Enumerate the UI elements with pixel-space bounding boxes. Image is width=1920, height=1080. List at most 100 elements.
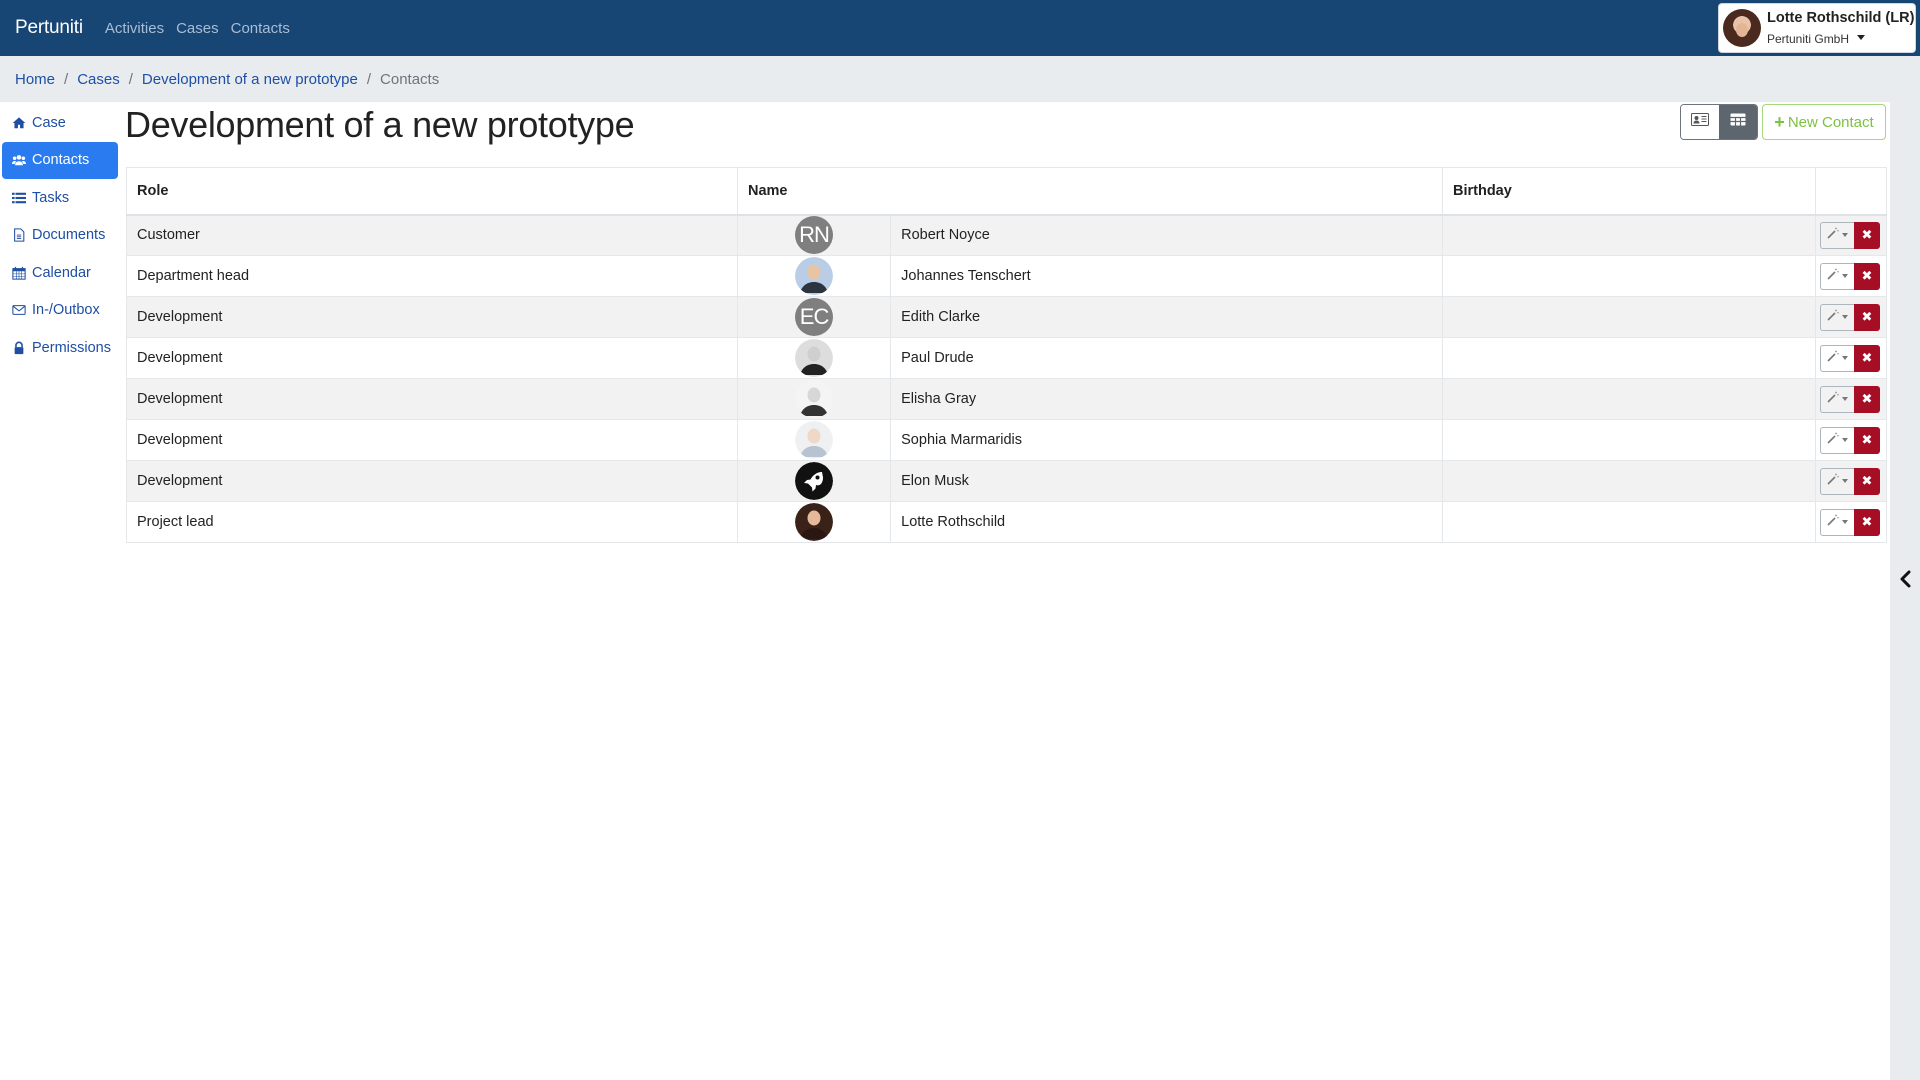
- user-organization: Pertuniti GmbH: [1767, 31, 1850, 46]
- column-header-birthday[interactable]: Birthday: [1442, 167, 1816, 216]
- caret-down-icon: [1842, 356, 1848, 360]
- case-sidebar: Case Contacts Tasks Documents Calendar I…: [2, 104, 118, 367]
- edit-dropdown-button[interactable]: [1820, 385, 1854, 413]
- caret-down-icon: [1842, 397, 1848, 401]
- contact-name[interactable]: Johannes Tenschert: [890, 255, 1443, 297]
- sidebar-item-case[interactable]: Case: [2, 104, 118, 141]
- table-row[interactable]: Development Paul Drude ✖: [126, 337, 1887, 379]
- contact-name[interactable]: Elon Musk: [890, 460, 1443, 502]
- sidebar-item-tasks[interactable]: Tasks: [2, 179, 118, 216]
- expand-panel-chevron-left-icon[interactable]: [1898, 568, 1914, 590]
- sidebar-item-label: Contacts: [32, 152, 90, 169]
- delete-button[interactable]: ✖: [1854, 426, 1880, 454]
- breadcrumb-cases[interactable]: Cases: [77, 71, 120, 88]
- row-actions: ✖: [1815, 296, 1887, 338]
- delete-button[interactable]: ✖: [1854, 303, 1880, 331]
- envelope-icon: [12, 303, 26, 317]
- table-row[interactable]: Development Elisha Gray ✖: [126, 378, 1887, 420]
- sidebar-item-inbox[interactable]: In-/Outbox: [2, 292, 118, 329]
- breadcrumb-case[interactable]: Development of a new prototype: [142, 71, 358, 88]
- table-row[interactable]: Development Elon Musk ✖: [126, 460, 1887, 502]
- user-name: Lotte Rothschild (LR): [1767, 9, 1915, 26]
- role-cell: Customer: [126, 214, 738, 256]
- new-contact-label: New Contact: [1787, 113, 1874, 131]
- table-row[interactable]: Customer RN Robert Noyce ✖: [126, 214, 1887, 256]
- breadcrumb-separator: /: [64, 70, 69, 88]
- sidebar-item-calendar[interactable]: Calendar: [2, 254, 118, 291]
- table-view-button[interactable]: [1719, 105, 1757, 139]
- nav-contacts[interactable]: Contacts: [231, 20, 290, 37]
- avatar-cell: [736, 337, 892, 379]
- view-toggle: [1680, 104, 1758, 140]
- edit-dropdown-button[interactable]: [1820, 467, 1854, 495]
- user-avatar: [1723, 9, 1761, 47]
- user-menu[interactable]: Lotte Rothschild (LR) Pertuniti GmbH: [1718, 3, 1916, 53]
- contact-photo[interactable]: [795, 421, 834, 459]
- breadcrumb-separator: /: [128, 70, 133, 88]
- avatar-initials[interactable]: RN: [795, 216, 834, 255]
- column-header-role[interactable]: Role: [126, 167, 738, 216]
- avatar-cell: RN: [736, 214, 892, 256]
- sidebar-item-label: Documents: [32, 227, 106, 244]
- avatar-cell: [736, 419, 892, 461]
- brand-logo[interactable]: Pertuniti: [15, 17, 83, 39]
- id-card-icon: [1691, 113, 1709, 131]
- edit-dropdown-button[interactable]: [1820, 344, 1854, 372]
- table-row[interactable]: Development EC Edith Clarke ✖: [126, 296, 1887, 338]
- edit-dropdown-button[interactable]: [1820, 508, 1854, 536]
- table-row[interactable]: Project lead Lotte Rothschild ✖: [126, 501, 1887, 543]
- delete-button[interactable]: ✖: [1854, 467, 1880, 495]
- delete-button[interactable]: ✖: [1854, 344, 1880, 372]
- contact-name[interactable]: Elisha Gray: [890, 378, 1443, 420]
- magic-wand-icon: [1827, 432, 1839, 448]
- birthday-cell: [1442, 296, 1816, 338]
- row-action-group: ✖: [1820, 303, 1880, 331]
- avatar-cell: [736, 501, 892, 543]
- sidebar-item-label: Tasks: [32, 189, 70, 206]
- column-header-name[interactable]: Name: [737, 167, 1443, 216]
- sidebar-item-contacts[interactable]: Contacts: [2, 141, 118, 179]
- edit-dropdown-button[interactable]: [1820, 221, 1854, 249]
- close-icon: ✖: [1861, 514, 1873, 529]
- edit-dropdown-button[interactable]: [1820, 426, 1854, 454]
- table-row[interactable]: Development Sophia Marmaridis ✖: [126, 419, 1887, 461]
- table-row[interactable]: Department head Johannes Tenschert ✖: [126, 255, 1887, 297]
- birthday-cell: [1442, 460, 1816, 502]
- nav-cases[interactable]: Cases: [176, 20, 219, 37]
- card-view-button[interactable]: [1681, 105, 1719, 139]
- contact-photo[interactable]: [795, 380, 834, 418]
- delete-button[interactable]: ✖: [1854, 221, 1880, 249]
- birthday-cell: [1442, 255, 1816, 297]
- contact-photo[interactable]: [795, 339, 834, 377]
- breadcrumb-current: Contacts: [380, 70, 440, 88]
- close-icon: ✖: [1861, 268, 1873, 283]
- row-actions: ✖: [1815, 501, 1887, 543]
- breadcrumb-home[interactable]: Home: [15, 71, 55, 88]
- edit-dropdown-button[interactable]: [1820, 303, 1854, 331]
- delete-button[interactable]: ✖: [1854, 385, 1880, 413]
- sidebar-item-permissions[interactable]: Permissions: [2, 330, 118, 367]
- contact-name[interactable]: Sophia Marmaridis: [890, 419, 1443, 461]
- document-icon: [12, 228, 26, 242]
- role-cell: Development: [126, 460, 738, 502]
- contact-name[interactable]: Paul Drude: [890, 337, 1443, 379]
- contact-name[interactable]: Edith Clarke: [890, 296, 1443, 338]
- contact-photo[interactable]: [795, 503, 834, 541]
- delete-button[interactable]: ✖: [1854, 508, 1880, 536]
- contact-name[interactable]: Lotte Rothschild: [890, 501, 1443, 543]
- delete-button[interactable]: ✖: [1854, 262, 1880, 290]
- contact-name[interactable]: Robert Noyce: [890, 214, 1443, 256]
- rocket-icon[interactable]: [795, 462, 834, 500]
- users-icon: [12, 153, 26, 167]
- sidebar-item-documents[interactable]: Documents: [2, 217, 118, 254]
- edit-dropdown-button[interactable]: [1820, 262, 1854, 290]
- close-icon: ✖: [1861, 227, 1873, 243]
- avatar-initials[interactable]: EC: [795, 298, 834, 336]
- role-cell: Department head: [126, 255, 738, 297]
- nav-activities[interactable]: Activities: [105, 20, 164, 37]
- close-icon: ✖: [1861, 391, 1873, 406]
- new-contact-button[interactable]: + New Contact: [1762, 104, 1886, 140]
- contact-photo[interactable]: [795, 257, 834, 295]
- top-navbar: Pertuniti Activities Cases Contacts Lott…: [0, 0, 1920, 56]
- close-icon: ✖: [1861, 473, 1873, 488]
